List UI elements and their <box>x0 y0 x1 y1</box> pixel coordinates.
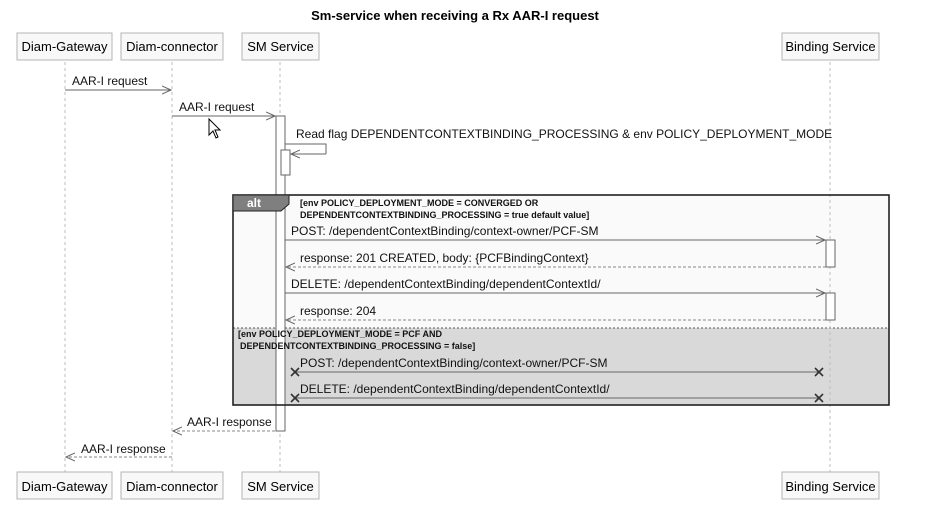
diagram-title: Sm-service when receiving a Rx AAR-I req… <box>311 8 599 23</box>
participant-label: SM Service <box>247 479 313 494</box>
participant-sm-bottom: SM Service <box>241 471 320 500</box>
message-aar-request-1: AAR-I request <box>65 74 171 90</box>
guard-2-line-2: DEPENDENTCONTEXTBINDING_PROCESSING = fal… <box>240 341 475 351</box>
message-label: AAR-I response <box>81 442 166 456</box>
activation-sm-self <box>280 149 291 176</box>
sequence-diagram: Sm-service when receiving a Rx AAR-I req… <box>16 8 890 500</box>
participant-label: Binding Service <box>785 479 875 494</box>
participant-label: Binding Service <box>785 39 875 54</box>
message-aar-response-1: AAR-I response <box>173 415 275 431</box>
message-aar-request-2: AAR-I request <box>172 100 275 116</box>
message-aar-response-2: AAR-I response <box>66 442 172 457</box>
participant-binding-top: Binding Service <box>781 32 880 61</box>
participant-label: Diam-Gateway <box>22 39 108 54</box>
message-label: AAR-I request <box>72 74 148 88</box>
activation-binding-2 <box>825 292 836 321</box>
guard-1-line-1: [env POLICY_DEPLOYMENT_MODE = CONVERGED … <box>300 198 539 208</box>
guard-1-line-2: DEPENDENTCONTEXTBINDING_PROCESSING = tru… <box>300 210 589 220</box>
message-label: response: 204 <box>300 304 376 318</box>
participant-gateway-top: Diam-Gateway <box>16 32 113 61</box>
participant-sm-top: SM Service <box>241 32 320 61</box>
message-read-flag: Read flag DEPENDENTCONTEXTBINDING_PROCES… <box>285 127 832 154</box>
activation-binding-1 <box>825 239 836 268</box>
message-label: POST: /dependentContextBinding/context-o… <box>291 224 599 238</box>
participant-label: Diam-connector <box>126 479 218 494</box>
participant-gateway-bottom: Diam-Gateway <box>16 471 113 500</box>
alt-tab: alt <box>232 194 290 212</box>
participant-binding-bottom: Binding Service <box>781 471 880 500</box>
message-label: DELETE: /dependentContextBinding/depende… <box>300 382 610 396</box>
alt-label: alt <box>247 196 261 210</box>
participant-label: Diam-Gateway <box>22 479 108 494</box>
participant-connector-top: Diam-connector <box>120 32 224 61</box>
message-label: DELETE: /dependentContextBinding/depende… <box>291 277 601 291</box>
participant-label: SM Service <box>247 39 313 54</box>
message-label: response: 201 CREATED, body: {PCFBinding… <box>300 251 589 265</box>
participant-label: Diam-connector <box>126 39 218 54</box>
message-label: POST: /dependentContextBinding/context-o… <box>300 356 608 370</box>
message-label: AAR-I request <box>179 100 255 114</box>
mouse-cursor-icon <box>208 117 222 139</box>
participant-connector-bottom: Diam-connector <box>120 471 224 500</box>
message-label: AAR-I response <box>187 415 272 429</box>
message-label: Read flag DEPENDENTCONTEXTBINDING_PROCES… <box>296 127 832 141</box>
guard-2-line-1: [env POLICY_DEPLOYMENT_MODE = PCF AND <box>238 329 442 339</box>
